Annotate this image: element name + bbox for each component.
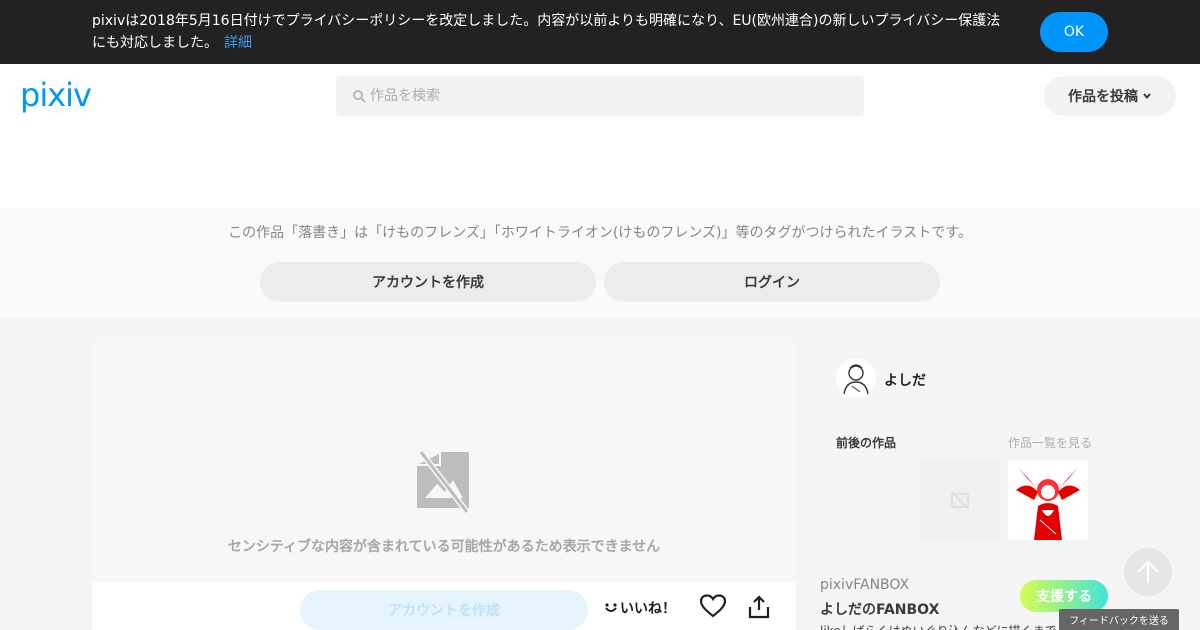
prev-next-works-label: 前後の作品 bbox=[836, 436, 897, 450]
fanbox-name[interactable]: よしだのFANBOX bbox=[820, 599, 939, 619]
search-box[interactable] bbox=[336, 76, 864, 116]
fanbox-description: likeしばらくはぬいぐり込んなどに描くまで bbox=[820, 622, 1057, 630]
see-all-works-link[interactable]: 作品一覧を見る bbox=[1008, 434, 1092, 451]
header: pixiv 作品を投稿 bbox=[0, 64, 1200, 208]
fanbox-label: pixivFANBOX bbox=[820, 577, 910, 593]
hidden-image-icon bbox=[417, 450, 470, 514]
red-character-artwork bbox=[1008, 460, 1088, 540]
tag-info-band: この作品「落書き」は「けものフレンズ」「ホワイトライオン(けものフレンズ)」等の… bbox=[0, 208, 1200, 318]
smile-icon bbox=[605, 603, 617, 612]
post-artwork-label: 作品を投稿 bbox=[1068, 89, 1138, 105]
like-button[interactable]: いいね！ bbox=[604, 598, 676, 618]
author-name[interactable]: よしだ bbox=[884, 370, 926, 390]
share-icon[interactable] bbox=[748, 595, 770, 619]
scroll-to-top-button[interactable] bbox=[1124, 548, 1172, 596]
avatar-sketch-image bbox=[836, 358, 876, 398]
support-button[interactable]: 支援する bbox=[1020, 580, 1108, 612]
arrow-up-icon bbox=[1137, 560, 1159, 583]
login-button[interactable]: ログイン bbox=[604, 262, 940, 302]
create-account-cta-button[interactable]: アカウントを作成 bbox=[300, 590, 588, 630]
sensitive-notice: センシティブな内容が含まれている可能性があるため表示できません bbox=[227, 539, 661, 555]
privacy-banner-text: pixivは2018年5月16日付けでプライバシーポリシーを改定しました。内容が… bbox=[92, 10, 1012, 54]
privacy-banner: pixivは2018年5月16日付けでプライバシーポリシーを改定しました。内容が… bbox=[0, 0, 1200, 64]
tag-info-text: この作品「落書き」は「けものフレンズ」「ホワイトライオン(けものフレンズ)」等の… bbox=[228, 225, 972, 241]
chevron-down-icon bbox=[1143, 93, 1151, 100]
next-work-thumbnail[interactable] bbox=[1008, 460, 1088, 540]
heart-icon[interactable] bbox=[700, 594, 726, 618]
search-icon bbox=[353, 90, 366, 103]
like-label: いいね！ bbox=[620, 601, 676, 617]
author-avatar[interactable] bbox=[836, 358, 876, 398]
pixiv-logo[interactable]: pixiv bbox=[20, 76, 92, 114]
main-content: センシティブな内容が含まれている可能性があるため表示できません アカウントを作成… bbox=[0, 318, 1200, 630]
privacy-ok-button[interactable]: OK bbox=[1040, 12, 1108, 52]
privacy-details-link[interactable]: 詳細 bbox=[224, 35, 252, 51]
feedback-button[interactable]: フィードバックを送る bbox=[1059, 609, 1179, 630]
prev-work-thumbnail[interactable] bbox=[920, 460, 1000, 540]
search-input[interactable] bbox=[370, 88, 850, 104]
hidden-image-icon bbox=[951, 491, 969, 510]
post-artwork-button[interactable]: 作品を投稿 bbox=[1044, 76, 1176, 116]
create-account-button[interactable]: アカウントを作成 bbox=[260, 262, 596, 302]
